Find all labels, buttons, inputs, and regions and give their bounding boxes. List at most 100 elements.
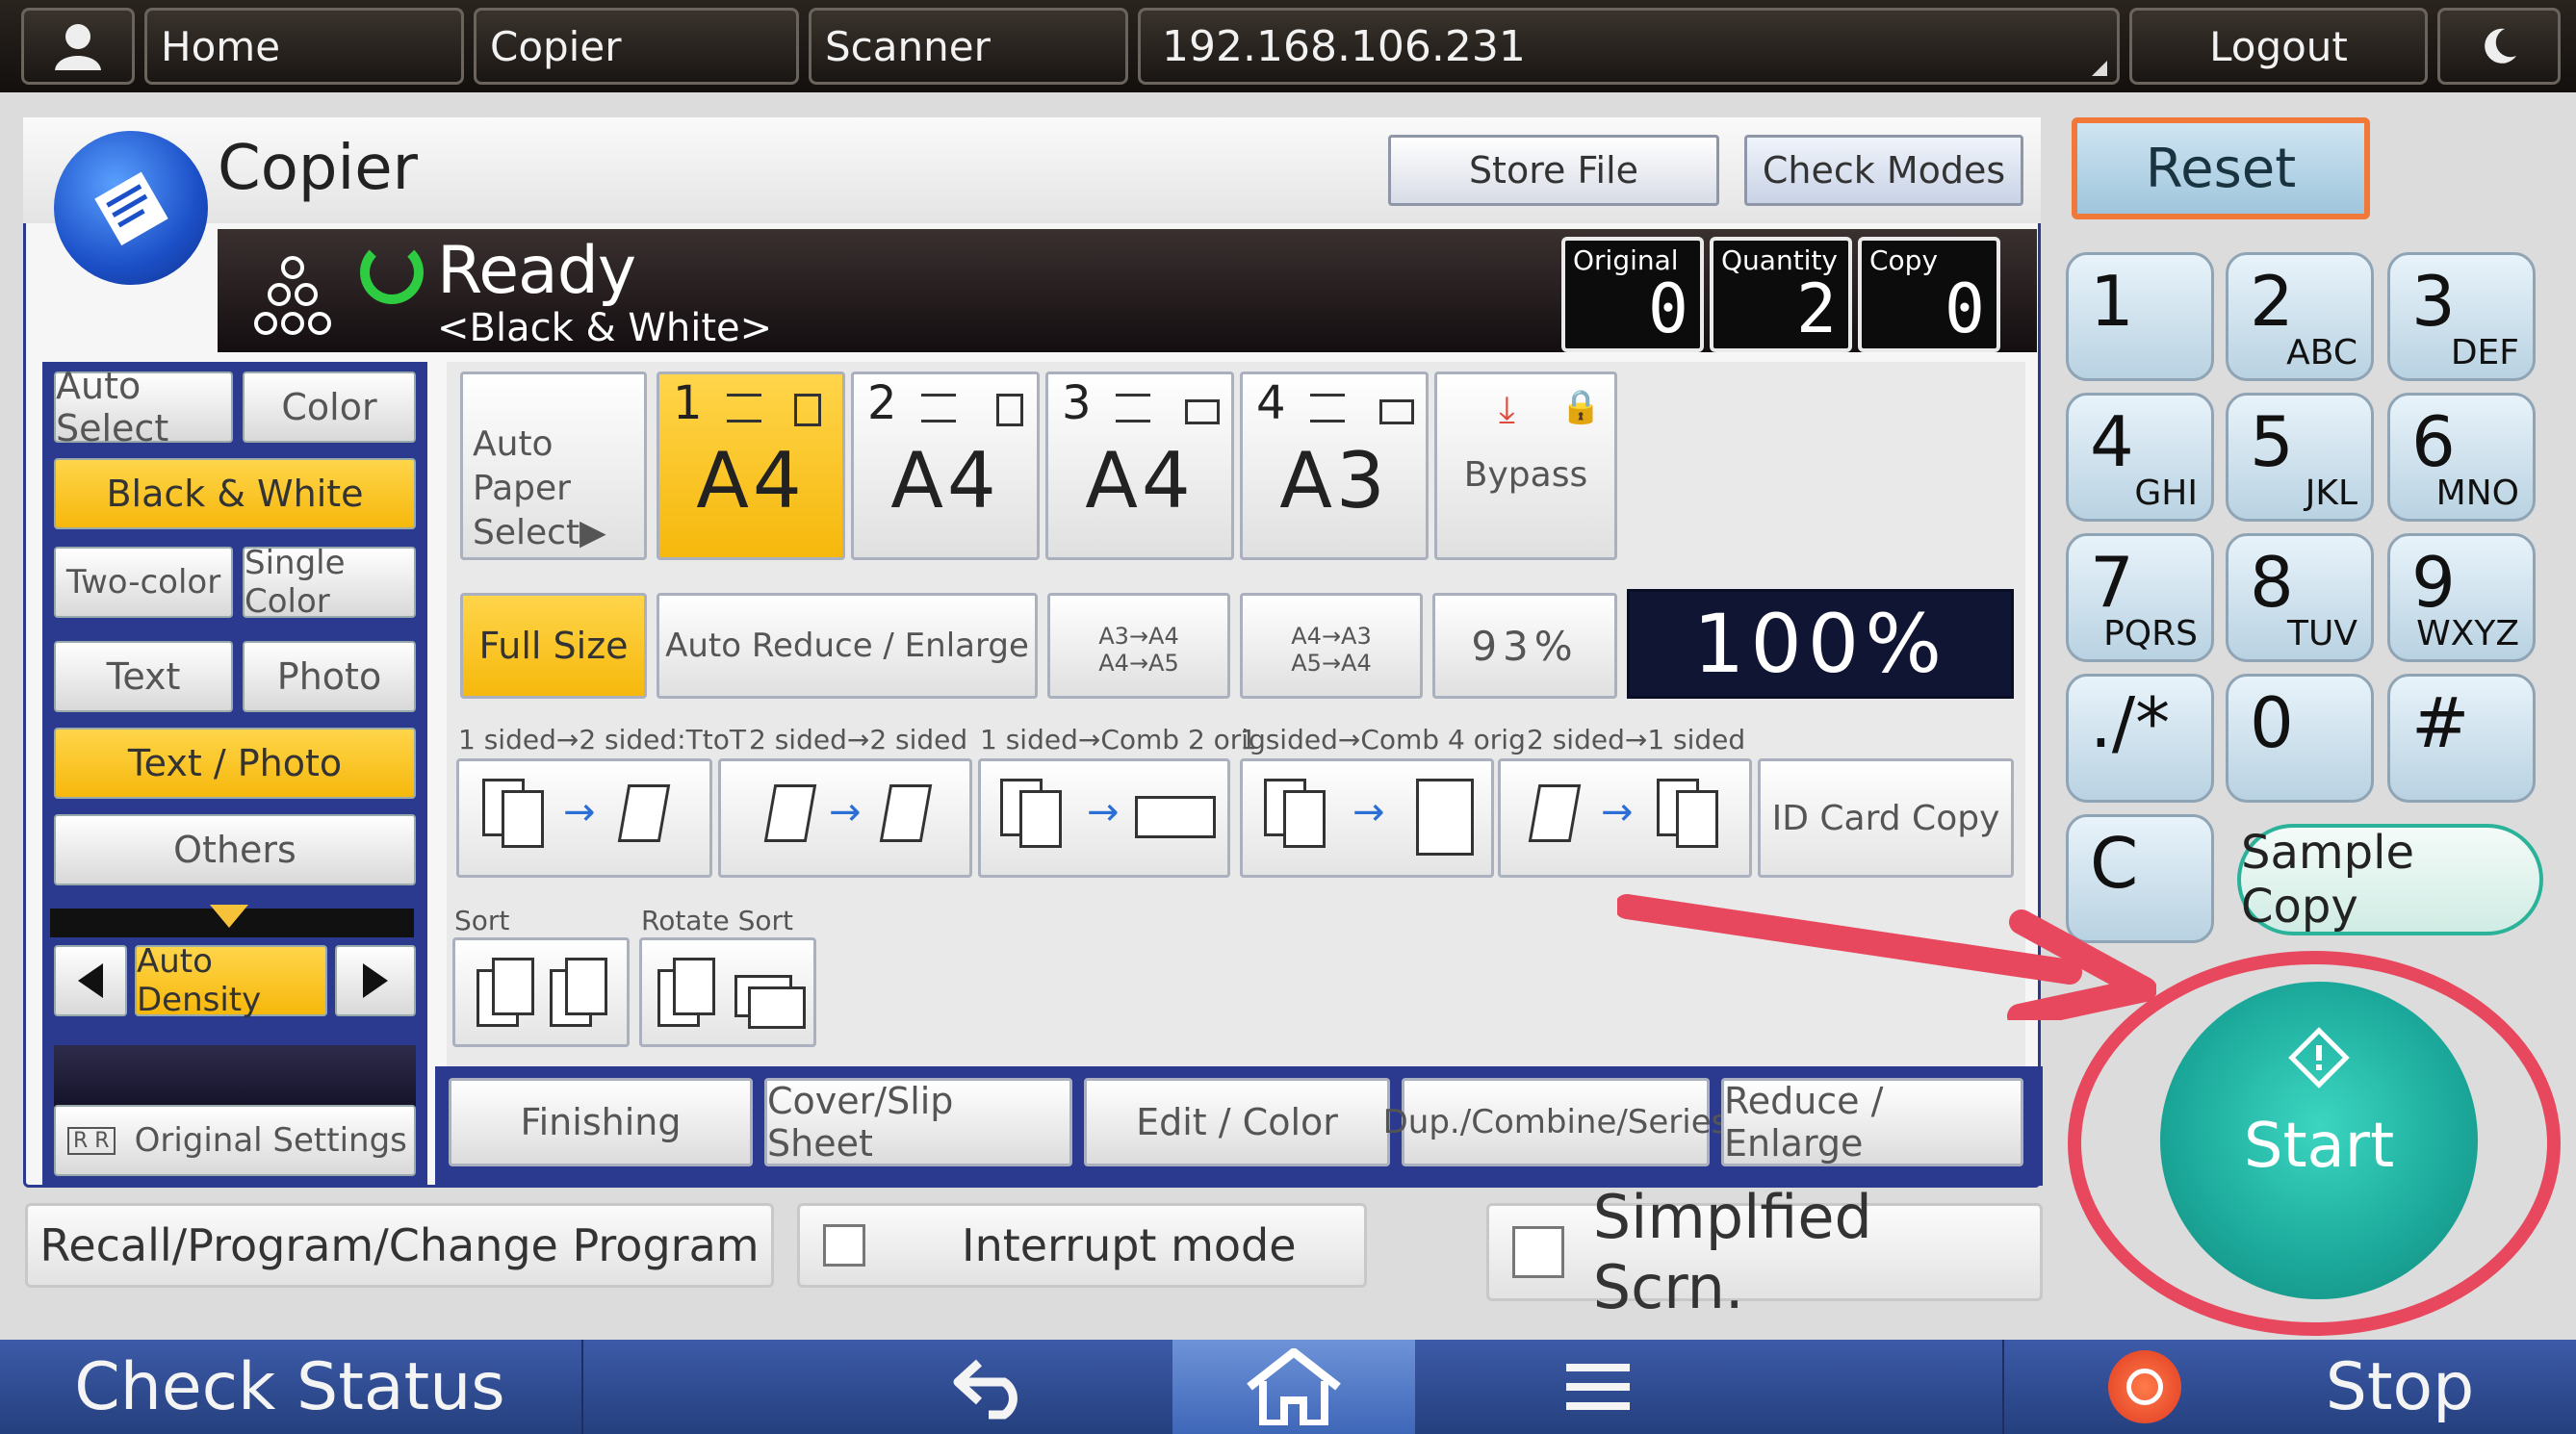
start-button[interactable]: Start (2160, 982, 2478, 1299)
tray-4-button[interactable]: 4 A3 (1240, 371, 1429, 560)
original-settings-button[interactable]: R R Original Settings (54, 1105, 416, 1176)
stop-label: Stop (2325, 1348, 2475, 1425)
auto-density-button[interactable]: Auto Density (135, 942, 327, 1019)
menu-icon (1566, 1364, 1630, 1410)
check-status-button[interactable]: Check Status (0, 1340, 580, 1434)
bypass-tray-icon: ⤓ (1499, 388, 1515, 430)
auto-reduce-enlarge-button[interactable]: Auto Reduce / Enlarge (657, 593, 1038, 699)
key-0[interactable]: 0 (2226, 674, 2374, 803)
tray-2-number: 2 (867, 376, 897, 430)
combined-page-icon (1416, 779, 1474, 856)
reset-button[interactable]: Reset (2072, 117, 2370, 219)
tab-edit-color[interactable]: Edit / Color (1084, 1078, 1390, 1166)
key-4[interactable]: 4 GHI (2066, 393, 2214, 522)
sort-button[interactable] (452, 937, 630, 1047)
text-button[interactable]: Text (54, 641, 233, 712)
interrupt-label: Interrupt mode (962, 1219, 1297, 1271)
combine-2-button[interactable]: → (978, 758, 1230, 878)
tray-2-button[interactable]: 2 A4 (851, 371, 1040, 560)
key-7[interactable]: 7 PQRS (2066, 533, 2214, 662)
tray-3-button[interactable]: 3 A4 (1045, 371, 1234, 560)
key-8[interactable]: 8 TUV (2226, 533, 2374, 662)
duplex-page-icon (1528, 784, 1582, 842)
current-ratio-display[interactable]: 100% (1627, 589, 2014, 699)
home-button[interactable] (1172, 1340, 1415, 1434)
tab-dup-combine-series[interactable]: Dup./Combine/Series (1383, 1078, 1728, 1166)
ip-address: 192.168.106.231 (1162, 21, 1526, 71)
back-button[interactable] (876, 1340, 1107, 1434)
auto-paper-select-button[interactable]: Auto Paper Select▶ (460, 371, 647, 560)
ip-address-box[interactable]: 192.168.106.231 (1138, 8, 2120, 85)
portrait-paper-icon (794, 394, 821, 426)
key-1[interactable]: 1 (2066, 252, 2214, 381)
sample-copy-button[interactable]: Sample Copy (2237, 824, 2543, 935)
interrupt-checkbox[interactable] (823, 1224, 865, 1267)
key-3[interactable]: 3 DEF (2387, 252, 2536, 381)
tab-finishing[interactable]: Finishing (449, 1078, 753, 1166)
tray-2-size: A4 (890, 436, 1000, 525)
key-5[interactable]: 5 JKL (2226, 393, 2374, 522)
tab-cover-slip-sheet[interactable]: Cover/Slip Sheet (764, 1078, 1072, 1166)
logout-button[interactable]: Logout (2129, 8, 2428, 85)
key-6[interactable]: 6 MNO (2387, 393, 2536, 522)
recall-program-button[interactable]: Recall/Program/Change Program (25, 1203, 774, 1288)
start-label: Start (2243, 1111, 2395, 1182)
key-dot-star[interactable]: ./* (2066, 674, 2214, 803)
preset-label: A4→A5 (1098, 650, 1179, 677)
key-hash[interactable]: # (2387, 674, 2536, 803)
user-button[interactable] (21, 8, 135, 85)
bypass-button[interactable]: ⤓ 🔒 Bypass (1434, 371, 1617, 560)
duplex-2to1-button[interactable]: → (1498, 758, 1752, 878)
simplified-checkbox[interactable] (1512, 1226, 1564, 1278)
others-button[interactable]: Others (54, 814, 416, 885)
single-color-button[interactable]: Single Color (243, 544, 416, 621)
auto-select-button[interactable]: Auto Select (54, 365, 233, 449)
rotate-sort-button[interactable] (639, 937, 816, 1047)
duplex-2to2-button[interactable]: → (718, 758, 972, 878)
tab-home[interactable]: Home (144, 8, 464, 85)
quantity-counter[interactable]: Quantity 2 (1710, 237, 1852, 352)
original-counter-value: 0 (1647, 269, 1688, 348)
black-white-button[interactable]: Black & White (54, 458, 416, 529)
stop-button[interactable]: Stop (2006, 1340, 2576, 1434)
key-digit: 0 (2250, 682, 2294, 763)
sleep-button[interactable] (2437, 8, 2561, 85)
preset-93-button[interactable]: 93% (1432, 593, 1617, 699)
annotation-arrow (1617, 894, 2156, 1020)
store-file-button[interactable]: Store File (1388, 135, 1719, 206)
id-card-copy-button[interactable]: ID Card Copy (1758, 758, 2014, 878)
color-mode-status: <Black & White> (437, 306, 773, 350)
photo-button[interactable]: Photo (243, 641, 416, 712)
key-digit: # (2411, 682, 2470, 763)
color-button[interactable]: Color (243, 371, 416, 443)
arrow-right-icon: → (1087, 790, 1120, 834)
simplified-label: Simplfied Scrn. (1592, 1182, 1872, 1322)
key-letters: MNO (2435, 474, 2519, 513)
density-decrease-button[interactable] (54, 945, 127, 1016)
tab-copier[interactable]: Copier (474, 8, 799, 85)
simplified-screen-button[interactable]: Simplfied Scrn. (1486, 1182, 2043, 1322)
quantity-counter-value: 2 (1795, 269, 1837, 348)
interrupt-mode-button[interactable]: Interrupt mode (797, 1203, 1367, 1288)
density-increase-button[interactable] (335, 945, 416, 1016)
check-modes-button[interactable]: Check Modes (1744, 135, 2023, 206)
tab-scanner-label: Scanner (825, 22, 991, 70)
key-2[interactable]: 2 ABC (2226, 252, 2374, 381)
two-color-button[interactable]: Two-color (54, 547, 233, 618)
a3-a4-preset-button[interactable]: A3→A4 A4→A5 (1047, 593, 1230, 699)
tab-home-label: Home (161, 22, 281, 70)
full-size-button[interactable]: Full Size (460, 593, 647, 699)
back-arrow-icon (953, 1359, 1018, 1420)
key-9[interactable]: 9 WXYZ (2387, 533, 2536, 662)
menu-button[interactable] (1482, 1340, 1713, 1434)
original-counter: Original 0 (1561, 237, 1704, 352)
tab-scanner[interactable]: Scanner (809, 8, 1128, 85)
tab-reduce-enlarge[interactable]: Reduce / Enlarge (1721, 1078, 2023, 1166)
tray-1-button[interactable]: 1 A4 (657, 371, 845, 560)
combine-4-button[interactable]: → (1240, 758, 1494, 878)
combined-page-icon (1135, 796, 1216, 838)
text-photo-button[interactable]: Text / Photo (54, 728, 416, 799)
a4-a3-preset-button[interactable]: A4→A3 A5→A4 (1240, 593, 1423, 699)
duplex-1to2-button[interactable]: → (456, 758, 712, 878)
original-settings-header (54, 1045, 416, 1107)
